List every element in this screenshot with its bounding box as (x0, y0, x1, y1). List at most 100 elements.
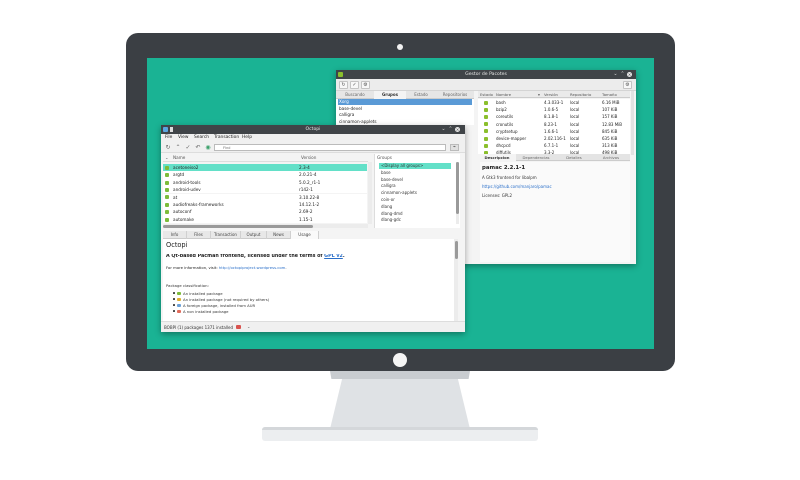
package-list-hscrollbar[interactable] (163, 224, 368, 228)
table-row[interactable]: cronutils 8.23-1 local 12.83 MiB (478, 120, 630, 128)
close-icon[interactable]: × (627, 72, 632, 77)
table-row[interactable]: android-udev r142-1 (163, 186, 367, 194)
column-name[interactable]: Name (173, 154, 185, 162)
octopi-groups-panel: Groups <Display all groups> base base-deve… (374, 154, 460, 228)
search-input[interactable] (214, 144, 446, 151)
tab-repositorios[interactable]: Repositorios (436, 91, 474, 99)
installed-package-icon (165, 210, 169, 215)
pamac-description: pamac 2.2.1-1 A Gtk3 frontend for libalp… (480, 162, 630, 262)
table-row[interactable]: bash 4.3.033-1 local 6.16 MiB (478, 99, 630, 107)
package-list-vscrollbar[interactable] (368, 162, 372, 224)
package-version: 1.6.6-1 (544, 128, 559, 134)
maximize-icon[interactable]: ⌃ (620, 72, 625, 77)
pamac-titlebar: Gestor de Pacotes ⌄ ⌃ × (336, 70, 636, 79)
menu-gear-icon[interactable]: ⚙ (623, 81, 632, 89)
groups-scroll-thumb[interactable] (456, 162, 459, 214)
notification-icon[interactable] (236, 325, 241, 329)
menu-file[interactable]: File (165, 134, 172, 142)
tab-descripcion[interactable]: Descripcion (478, 154, 516, 161)
group-item[interactable]: calligra (338, 112, 472, 118)
dropdown-arrow-icon[interactable]: ⌄ (247, 322, 250, 332)
group-item[interactable]: <Display all groups> (379, 163, 451, 170)
table-row[interactable]: device-mapper 2.02.116-1 local 635 KiB (478, 135, 630, 143)
package-repo: local (570, 114, 580, 120)
table-row[interactable]: autoconf 2.69-2 (163, 208, 367, 216)
group-item[interactable]: calligra (379, 183, 451, 189)
settings-icon[interactable]: ⚙ (361, 81, 370, 89)
group-item[interactable]: base (379, 170, 451, 176)
pamac-title: Gestor de Pacotes (465, 72, 507, 77)
column-repositorio[interactable]: Repositorio (570, 91, 591, 98)
maximize-icon[interactable]: ⌃ (448, 127, 453, 132)
table-row[interactable]: argtd 2.0.21-4 (163, 171, 367, 179)
group-item[interactable]: cinnamon-applets (379, 190, 451, 196)
tab-dependencias[interactable]: Dependencias (516, 154, 556, 161)
column-version[interactable]: Versión (544, 91, 558, 98)
group-item[interactable]: coin-or (379, 197, 451, 203)
column-estado[interactable]: Estado (480, 91, 493, 98)
package-url-link[interactable]: https://github.com/manjaro/pamac (482, 184, 552, 189)
menu-help[interactable]: Help (242, 134, 252, 142)
usage-scrollbar[interactable] (454, 239, 458, 321)
usage-heading: Octopi (166, 241, 188, 249)
octopi-app-icon (163, 127, 168, 132)
package-name: at (173, 194, 178, 200)
table-row[interactable]: coreutils 8.1.8-1 local 157 KiB (478, 113, 630, 121)
terminal-icon[interactable]: ⌁ (450, 144, 459, 151)
refresh-icon[interactable]: ↻ (339, 81, 348, 89)
package-repo: local (570, 136, 580, 141)
filter-icon[interactable]: ◉ (205, 144, 211, 151)
column-tamano[interactable]: Tamaño (602, 91, 617, 98)
tab-files[interactable]: Files (187, 231, 211, 239)
tab-info[interactable]: Info (163, 231, 187, 239)
rollback-icon[interactable]: ↶ (195, 144, 201, 151)
menu-transaction[interactable]: Transaction (214, 134, 239, 142)
sort-arrow-icon: ▾ (538, 92, 540, 97)
group-item[interactable]: cinnamon-applets (338, 119, 472, 125)
license-link[interactable]: GPL v2 (324, 254, 343, 259)
menu-view[interactable]: View (178, 134, 188, 142)
tab-archivos[interactable]: Archivos (592, 154, 630, 161)
table-row[interactable]: cryptsetup 1.6.6-1 local 845 KiB (478, 127, 630, 135)
tab-grupos[interactable]: Grupos (374, 91, 406, 99)
table-row[interactable]: android-tools 5.0.2_r1-1 (163, 178, 367, 186)
table-row[interactable]: dhcpcd 6.7.1-1 local 313 KiB (478, 142, 630, 150)
close-icon[interactable]: × (455, 127, 460, 132)
tab-usage[interactable]: Usage (291, 231, 319, 239)
tab-transaction[interactable]: Transaction (211, 231, 241, 239)
group-item[interactable]: dlang-dmd (379, 211, 451, 217)
column-nombre[interactable]: Nombre (496, 91, 511, 98)
group-item[interactable]: Xorg (338, 99, 472, 105)
minimize-icon[interactable]: ⌄ (613, 72, 618, 77)
group-item[interactable]: dlang (379, 204, 451, 210)
tab-estado[interactable]: Estado (406, 91, 436, 99)
sync-icon[interactable]: ↻ (165, 144, 171, 151)
hscroll-thumb[interactable] (163, 224, 313, 228)
groups-scrollbar[interactable] (456, 162, 459, 224)
table-row[interactable]: automake 1.15-1 (163, 215, 367, 223)
column-version[interactable]: Version (301, 154, 316, 162)
table-row[interactable]: acetoneiso2 2.3-4 (163, 164, 367, 172)
table-row[interactable]: audiofreaks-frameworks 14.12.1-2 (163, 201, 367, 209)
tab-buscando[interactable]: Buscando (336, 91, 374, 99)
table-row[interactable]: bzip2 1.0.6-5 local 107 KiB (478, 106, 630, 114)
collapse-icon[interactable]: ⌄ (165, 154, 169, 162)
tab-detalles[interactable]: Detalles (556, 154, 592, 161)
pamac-detail-tabs: Descripcion Dependencias Detalles Archiv… (478, 154, 630, 161)
table-row[interactable]: at 3.10.22-8 (163, 193, 367, 201)
menu-search[interactable]: Search (194, 134, 209, 142)
commit-icon[interactable]: ✓ (185, 144, 191, 151)
pamac-list-scrollbar[interactable] (631, 91, 634, 155)
project-website-link[interactable]: http://octopiproject.wordpress.com (219, 265, 286, 270)
group-item[interactable]: base-devel (379, 177, 451, 183)
usage-scroll-thumb[interactable] (454, 241, 458, 259)
group-item[interactable]: base-devel (338, 106, 472, 112)
upgrade-icon[interactable]: ⌃ (175, 144, 181, 151)
tab-news[interactable]: News (267, 231, 291, 239)
tab-output[interactable]: Output (241, 231, 267, 239)
package-name: cryptsetup (496, 128, 518, 134)
minimize-icon[interactable]: ⌄ (441, 127, 446, 132)
installed-status-icon (484, 107, 488, 112)
apply-icon[interactable]: ✓ (350, 81, 359, 89)
group-item[interactable]: dlang-gdc (379, 217, 451, 223)
